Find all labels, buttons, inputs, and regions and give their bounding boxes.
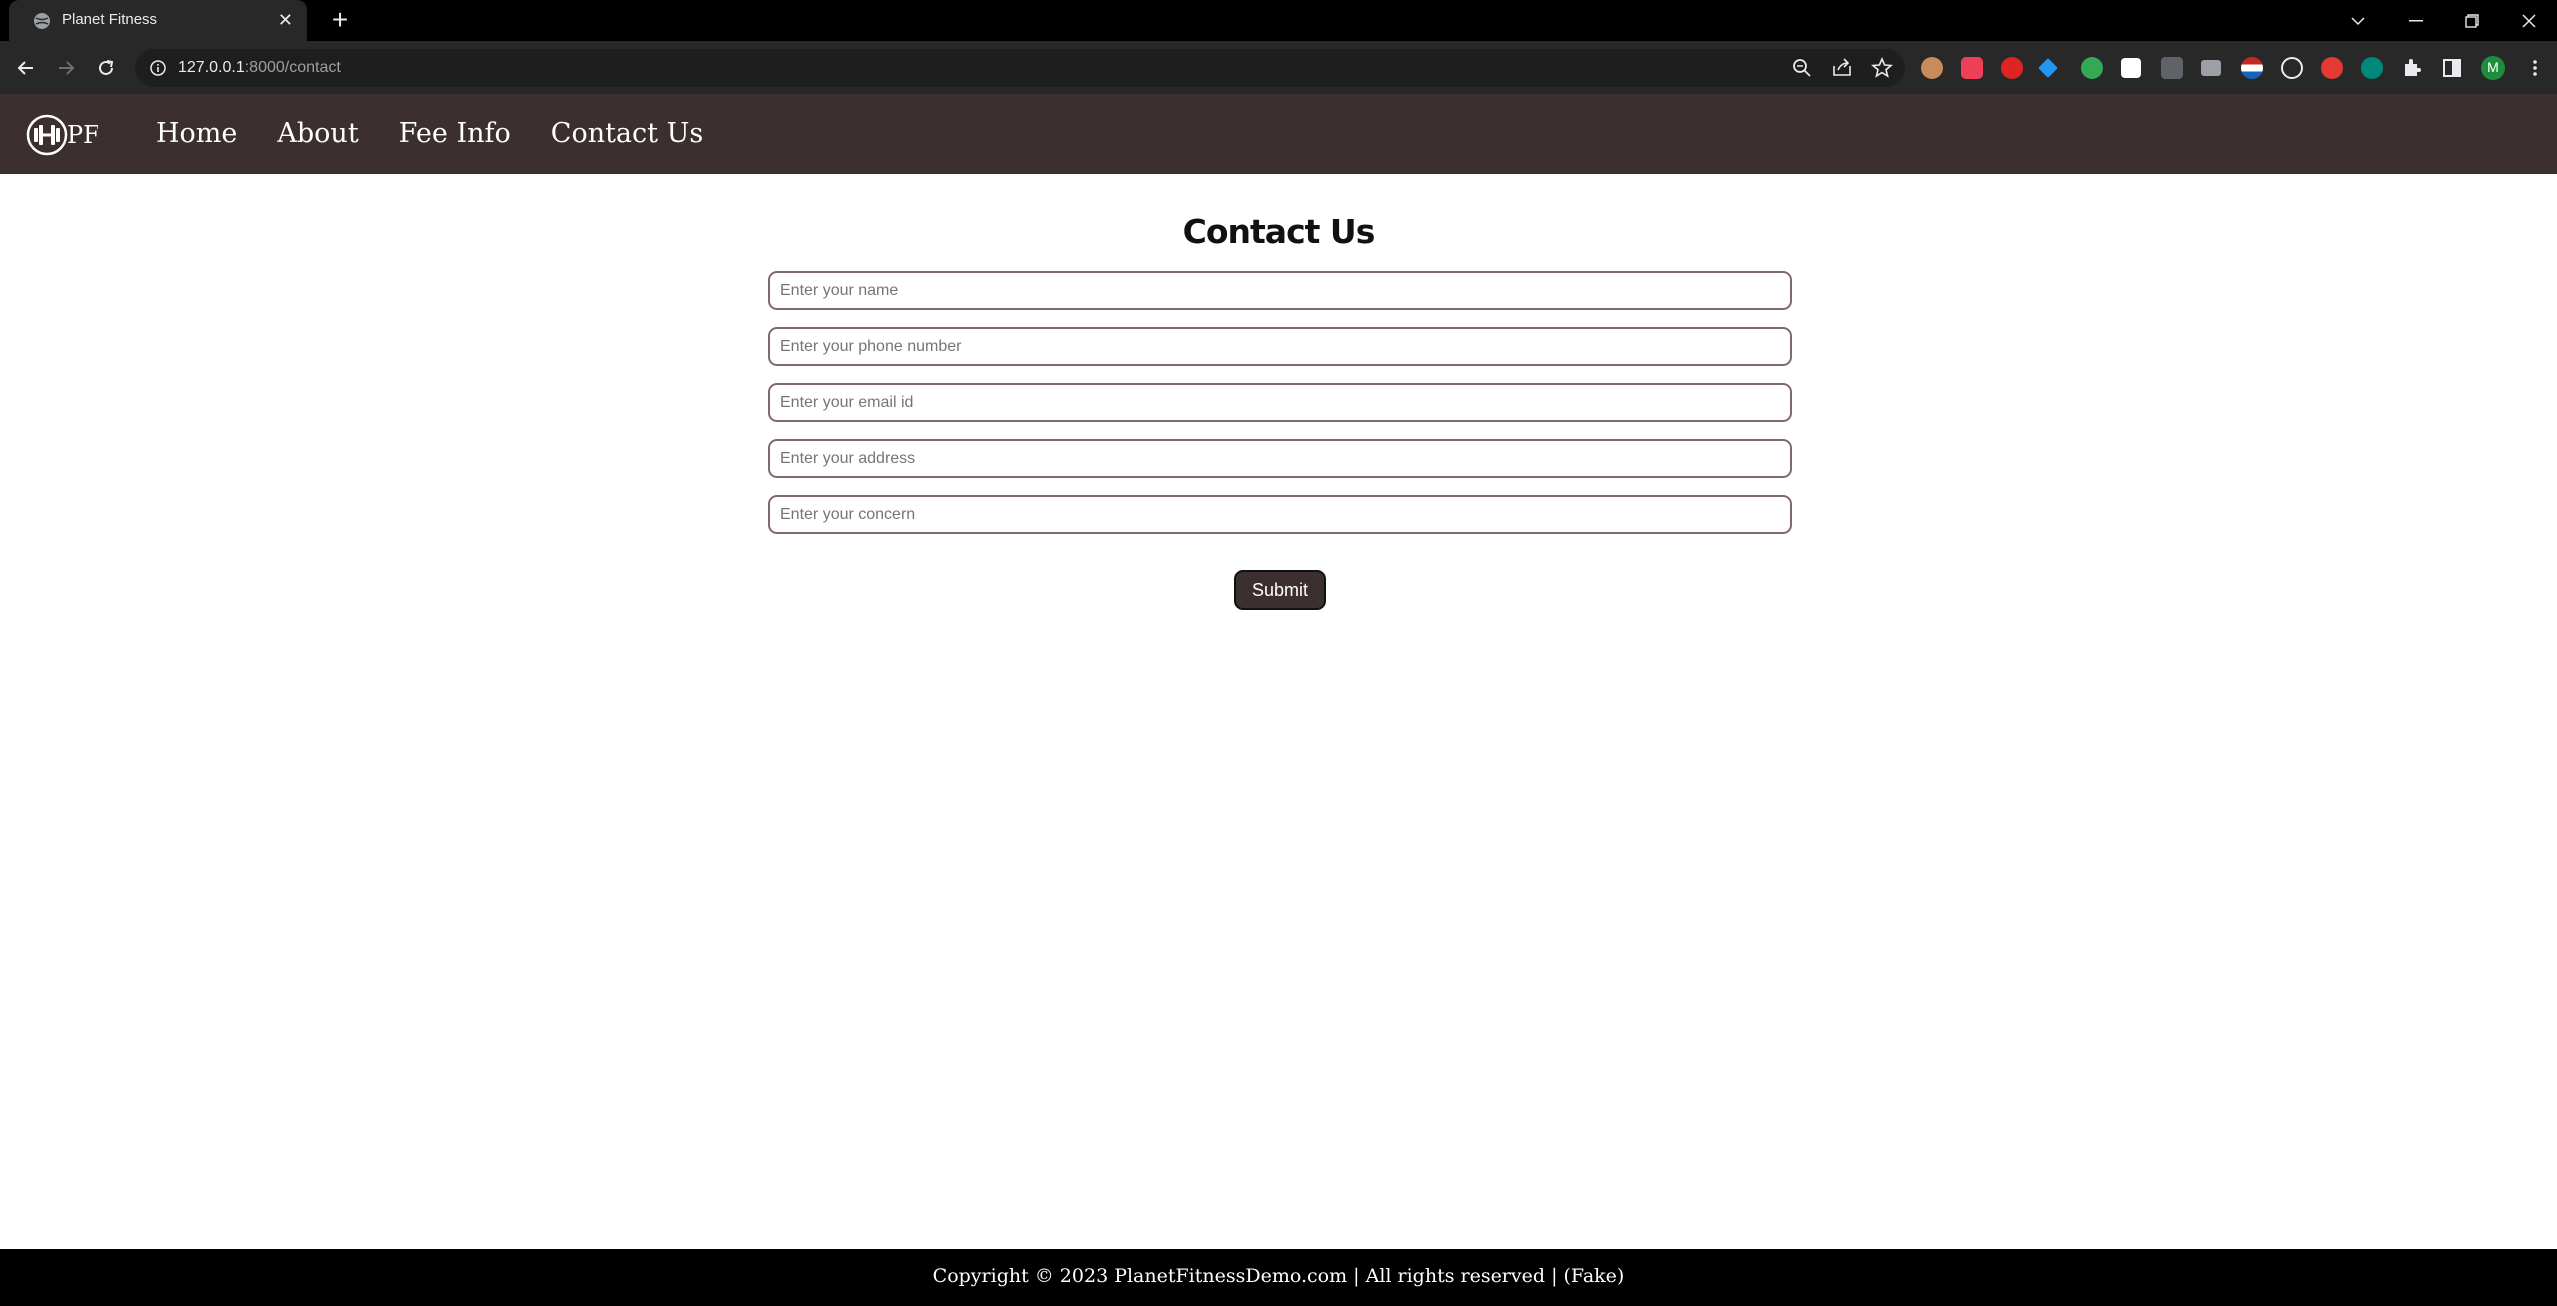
browser-toolbar: 127.0.0.1:8000/contact M bbox=[0, 41, 2557, 94]
globe-icon bbox=[34, 13, 50, 29]
browser-tab[interactable]: Planet Fitness ✕ bbox=[9, 0, 307, 41]
profile-avatar[interactable]: M bbox=[2481, 56, 2505, 80]
extension-icon[interactable] bbox=[2361, 57, 2383, 79]
flag-icon[interactable] bbox=[2241, 57, 2263, 79]
forward-arrow-icon[interactable] bbox=[52, 54, 80, 82]
extension-icon[interactable] bbox=[2161, 57, 2183, 79]
email-input[interactable] bbox=[768, 383, 1792, 422]
share-icon[interactable] bbox=[1831, 57, 1853, 79]
extension-icon[interactable] bbox=[1921, 57, 1943, 79]
extension-icon[interactable] bbox=[2001, 57, 2023, 79]
minimize-icon[interactable] bbox=[2388, 0, 2444, 41]
extension-icon[interactable] bbox=[2201, 60, 2221, 76]
site-footer: Copyright © 2023 PlanetFitnessDemo.com |… bbox=[0, 1249, 2557, 1306]
nav-fee-info[interactable]: Fee Info bbox=[399, 114, 511, 154]
site-logo[interactable]: PF bbox=[26, 114, 100, 156]
address-bar[interactable]: 127.0.0.1:8000/contact bbox=[135, 49, 1905, 87]
address-input[interactable] bbox=[768, 439, 1792, 478]
zoom-icon[interactable] bbox=[1791, 57, 1813, 79]
concern-input[interactable] bbox=[768, 495, 1792, 534]
close-window-icon[interactable] bbox=[2501, 0, 2557, 41]
url-host: 127.0.0.1 bbox=[178, 59, 245, 76]
copyright-text: Copyright © 2023 PlanetFitnessDemo.com |… bbox=[932, 1265, 1625, 1287]
new-tab-button[interactable]: + bbox=[325, 6, 355, 36]
restore-icon[interactable] bbox=[2444, 0, 2500, 41]
bookmark-star-icon[interactable] bbox=[1871, 57, 1893, 79]
dumbbell-icon: PF bbox=[26, 114, 100, 156]
name-input[interactable] bbox=[768, 271, 1792, 310]
back-arrow-icon[interactable] bbox=[12, 54, 40, 82]
side-panel-icon[interactable] bbox=[2441, 57, 2463, 79]
logo-text: PF bbox=[67, 121, 98, 149]
puzzle-icon[interactable] bbox=[2401, 57, 2423, 79]
submit-button[interactable]: Submit bbox=[1234, 570, 1326, 610]
tab-search-icon[interactable] bbox=[2330, 0, 2386, 41]
extension-icon[interactable] bbox=[2321, 57, 2343, 79]
notion-icon[interactable] bbox=[2121, 58, 2141, 78]
phone-input[interactable] bbox=[768, 327, 1792, 366]
url-path: :8000/contact bbox=[244, 59, 341, 76]
page-title: Contact Us bbox=[1182, 212, 1376, 251]
nav-about[interactable]: About bbox=[277, 114, 358, 154]
site-navbar: PF Home About Fee Info Contact Us bbox=[0, 94, 2557, 174]
extension-icon[interactable] bbox=[2038, 58, 2058, 78]
browser-tabstrip: Planet Fitness ✕ + bbox=[0, 0, 2557, 41]
pocket-icon[interactable] bbox=[1961, 57, 1983, 79]
tab-title: Planet Fitness bbox=[62, 11, 158, 28]
chatgpt-icon[interactable] bbox=[2081, 57, 2103, 79]
info-icon[interactable] bbox=[149, 59, 167, 77]
close-icon[interactable]: ✕ bbox=[278, 9, 293, 31]
url-text: 127.0.0.1:8000/contact bbox=[178, 59, 341, 77]
nav-home[interactable]: Home bbox=[156, 114, 237, 154]
reload-icon[interactable] bbox=[92, 54, 120, 82]
nav-contact-us[interactable]: Contact Us bbox=[551, 114, 703, 154]
react-devtools-icon[interactable] bbox=[2281, 57, 2303, 79]
kebab-menu-icon[interactable] bbox=[2524, 57, 2546, 79]
nav-links: Home About Fee Info Contact Us bbox=[156, 114, 743, 154]
